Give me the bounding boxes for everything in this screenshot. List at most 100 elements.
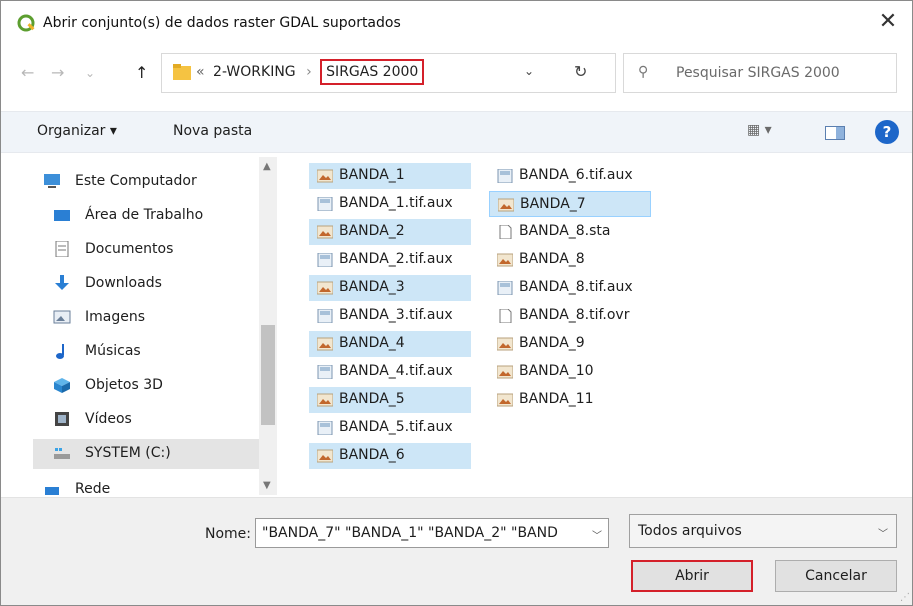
file-name: BANDA_6	[339, 447, 405, 463]
aux-file-icon	[317, 364, 333, 380]
sidebar-item-documentos[interactable]: Documentos	[33, 235, 259, 265]
file-item[interactable]: BANDA_4.tif.aux	[309, 359, 471, 385]
file-item[interactable]: BANDA_1	[309, 163, 471, 189]
file-name: BANDA_8	[519, 251, 585, 267]
file-item[interactable]: BANDA_3	[309, 275, 471, 301]
file-item[interactable]: BANDA_7	[489, 191, 651, 217]
navigation-pane: Este Computador Área de Trabalho Documen…	[33, 157, 277, 495]
sidebar-item-musicas[interactable]: Músicas	[33, 337, 259, 367]
open-file-dialog: Abrir conjunto(s) de dados raster GDAL s…	[0, 0, 913, 606]
dialog-footer: Nome: "BANDA_7" "BANDA_1" "BANDA_2" "BAN…	[1, 497, 912, 605]
view-options-icon[interactable]: ▦ ▾	[747, 122, 772, 138]
objects-3d-icon	[54, 378, 70, 393]
file-name-value[interactable]: "BANDA_7" "BANDA_1" "BANDA_2" "BAND	[262, 525, 582, 541]
file-item[interactable]: BANDA_10	[489, 359, 651, 385]
folder-icon	[173, 64, 191, 80]
breadcrumb: « 2-WORKING › SIRGAS 2000	[196, 59, 425, 85]
chevron-right-icon[interactable]: ›	[300, 64, 318, 80]
file-type-select[interactable]: Todos arquivos ﹀	[629, 514, 897, 548]
file-item[interactable]: BANDA_8	[489, 247, 651, 273]
aux-file-icon	[317, 252, 333, 268]
file-name-combobox[interactable]: "BANDA_7" "BANDA_1" "BANDA_2" "BAND ﹀	[255, 518, 609, 548]
documents-icon	[55, 241, 69, 257]
back-arrow-icon[interactable]: ←	[21, 63, 34, 82]
file-item[interactable]: BANDA_11	[489, 387, 651, 413]
file-item[interactable]: BANDA_5	[309, 387, 471, 413]
pictures-icon	[53, 310, 71, 324]
address-bar[interactable]: « 2-WORKING › SIRGAS 2000 ⌄ ↻	[161, 53, 616, 93]
search-input[interactable]: ⚲ Pesquisar SIRGAS 2000	[623, 53, 897, 93]
file-item[interactable]: BANDA_4	[309, 331, 471, 357]
drive-icon	[54, 448, 70, 459]
sidebar-item-downloads[interactable]: Downloads	[33, 269, 259, 299]
organize-button[interactable]: Organizar ▾	[37, 123, 117, 139]
downloads-icon	[55, 275, 69, 290]
refresh-icon[interactable]: ↻	[574, 62, 587, 81]
file-name: BANDA_3.tif.aux	[339, 307, 453, 323]
sidebar-item-label: Área de Trabalho	[85, 207, 204, 223]
scrollbar-thumb[interactable]	[261, 325, 275, 425]
breadcrumb-item-sirgas-2000[interactable]: SIRGAS 2000	[320, 59, 425, 85]
search-icon: ⚲	[638, 64, 649, 80]
file-item[interactable]: BANDA_6.tif.aux	[489, 163, 651, 189]
file-name: BANDA_8.sta	[519, 223, 611, 239]
file-item[interactable]: BANDA_8.tif.aux	[489, 275, 651, 301]
raster-image-icon	[316, 281, 334, 295]
sidebar-item-system-c[interactable]: SYSTEM (C:)	[33, 439, 259, 469]
sidebar-item-objetos-3d[interactable]: Objetos 3D	[33, 371, 259, 401]
blank-file-icon	[497, 224, 513, 240]
sidebar-item-label: Músicas	[85, 343, 141, 359]
command-bar: Organizar ▾ Nova pasta ▦ ▾ ?	[1, 111, 912, 153]
resize-grip-icon[interactable]: ⋰	[900, 592, 910, 603]
recent-locations-icon[interactable]: ⌄	[85, 66, 95, 80]
breadcrumb-overflow[interactable]: «	[196, 64, 209, 80]
file-item[interactable]: BANDA_8.sta	[489, 219, 651, 245]
file-name: BANDA_7	[520, 196, 586, 212]
chevron-down-icon[interactable]: ﹀	[878, 525, 888, 540]
file-item[interactable]: BANDA_8.tif.ovr	[489, 303, 651, 329]
file-name-label: Nome:	[205, 526, 252, 542]
open-button[interactable]: Abrir	[631, 560, 753, 592]
file-item[interactable]: BANDA_2	[309, 219, 471, 245]
close-icon[interactable]: ✕	[876, 9, 900, 35]
qgis-logo-icon	[17, 14, 35, 32]
forward-arrow-icon[interactable]: →	[51, 63, 64, 82]
title-bar: Abrir conjunto(s) de dados raster GDAL s…	[1, 1, 912, 45]
sidebar-item-videos[interactable]: Vídeos	[33, 405, 259, 435]
file-name: BANDA_1.tif.aux	[339, 195, 453, 211]
scroll-down-icon[interactable]: ▼	[263, 480, 271, 491]
file-item[interactable]: BANDA_6	[309, 443, 471, 469]
file-item[interactable]: BANDA_2.tif.aux	[309, 247, 471, 273]
sidebar-item-label: Imagens	[85, 309, 146, 325]
file-name: BANDA_5	[339, 391, 405, 407]
sidebar-item-rede[interactable]: Rede	[33, 475, 259, 495]
file-name: BANDA_8.tif.aux	[519, 279, 633, 295]
new-folder-button[interactable]: Nova pasta	[173, 123, 252, 139]
sidebar-item-label: Objetos 3D	[85, 377, 163, 393]
help-icon[interactable]: ?	[875, 120, 899, 144]
sidebar-item-imagens[interactable]: Imagens	[33, 303, 259, 333]
file-item[interactable]: BANDA_3.tif.aux	[309, 303, 471, 329]
scroll-up-icon[interactable]: ▲	[263, 161, 271, 172]
raster-image-icon	[316, 449, 334, 463]
file-name: BANDA_1	[339, 167, 405, 183]
file-name: BANDA_10	[519, 363, 594, 379]
file-name: BANDA_9	[519, 335, 585, 351]
navigation-scrollbar[interactable]: ▲ ▼	[259, 157, 277, 495]
file-item[interactable]: BANDA_5.tif.aux	[309, 415, 471, 441]
chevron-down-icon[interactable]: ⌄	[524, 64, 534, 78]
sidebar-item-area-de-trabalho[interactable]: Área de Trabalho	[33, 201, 259, 231]
file-name: BANDA_5.tif.aux	[339, 419, 453, 435]
file-list: BANDA_1 BANDA_1.tif.aux BANDA_2 BANDA_2.tif…	[301, 157, 901, 495]
preview-pane-icon[interactable]	[825, 126, 845, 140]
breadcrumb-item-2-working[interactable]: 2-WORKING	[213, 64, 296, 80]
up-arrow-icon[interactable]: ↑	[135, 63, 148, 82]
chevron-down-icon[interactable]: ﹀	[592, 527, 602, 542]
file-item[interactable]: BANDA_9	[489, 331, 651, 357]
file-name: BANDA_6.tif.aux	[519, 167, 633, 183]
videos-icon	[55, 412, 69, 426]
sidebar-item-este-computador[interactable]: Este Computador	[33, 167, 259, 197]
file-item[interactable]: BANDA_1.tif.aux	[309, 191, 471, 217]
cancel-button[interactable]: Cancelar	[775, 560, 897, 592]
raster-image-icon	[497, 198, 515, 212]
